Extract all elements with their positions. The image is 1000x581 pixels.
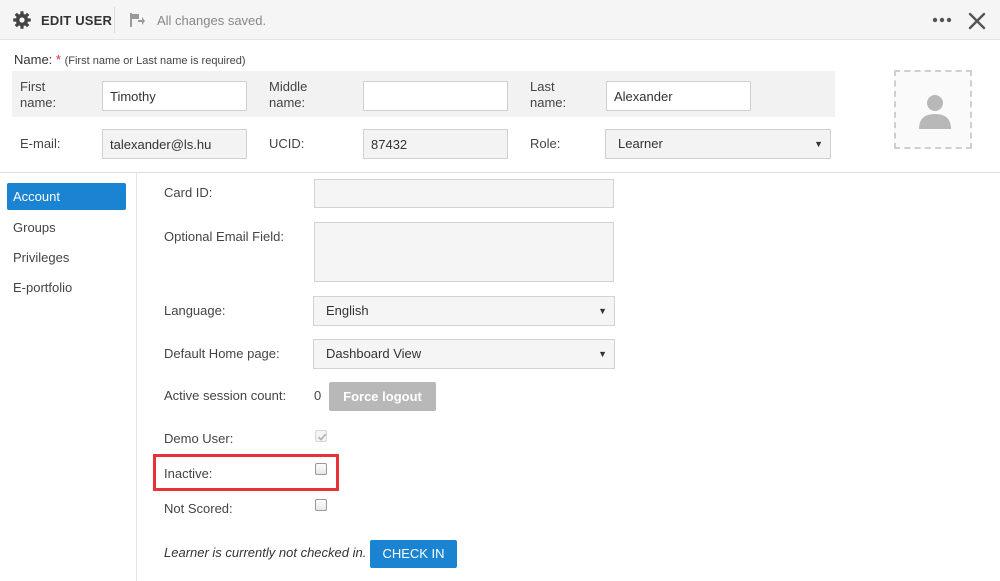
sidebar-item-label: Privileges [13,250,70,265]
sidebar-item-label: E-portfolio [13,280,73,295]
role-label: Role: [530,136,561,151]
required-mark: * [55,52,61,67]
sidebar-item-label: Groups [13,220,56,235]
save-status: All changes saved. [157,13,267,28]
name-hint: (First name or Last name is required) [64,55,246,67]
active-session-count: 0 [314,388,322,403]
middle-name-input[interactable] [363,81,508,111]
first-name-input[interactable] [102,81,247,111]
sidebar-item-label: Account [13,189,60,204]
sidebar: Account Groups Privileges E-portfolio [0,173,137,581]
demo-user-checkbox[interactable] [315,430,327,442]
more-dots-icon[interactable] [931,13,953,27]
name-label: Name: [14,52,53,67]
not-scored-label: Not Scored: [164,501,233,516]
check-in-button[interactable]: CHECK IN [370,540,457,568]
home-page-label: Default Home page: [164,346,280,361]
card-id-label: Card ID: [164,185,213,200]
sidebar-item-groups[interactable]: Groups [7,214,126,241]
section-divider [0,172,1000,173]
name-section-label: Name: * (First name or Last name is requ… [14,52,246,67]
email-label: E-mail: [20,136,61,151]
ucid-label: UCID: [269,136,305,151]
avatar-placeholder[interactable] [894,70,972,149]
dropdown-arrow-icon: ▼ [598,306,607,316]
check-icon [317,433,327,441]
gear-icon[interactable] [12,10,32,30]
language-select[interactable]: English ▼ [313,296,615,326]
language-value: English [326,303,369,318]
sidebar-item-account[interactable]: Account [7,183,126,210]
checkin-status-text: Learner is currently not checked in. [164,545,367,560]
first-name-label: First name: [20,79,57,110]
home-page-value: Dashboard View [326,346,422,361]
language-label: Language: [164,303,226,318]
ucid-input[interactable] [363,129,508,159]
user-silhouette-icon [919,95,951,129]
email-input[interactable] [102,129,247,159]
not-scored-checkbox[interactable] [315,499,327,511]
dialog-title: EDIT USER [41,13,113,28]
card-id-input[interactable] [314,179,614,208]
role-select[interactable]: Learner ▼ [605,129,831,159]
optional-email-textarea[interactable] [314,222,614,282]
dropdown-arrow-icon: ▼ [598,349,607,359]
dialog-header: EDIT USER All changes saved. [0,0,1000,40]
demo-user-label: Demo User: [164,431,234,446]
last-name-label: Last name: [530,79,567,110]
inactive-label: Inactive: [164,466,213,481]
dropdown-arrow-icon: ▼ [814,139,823,149]
optional-email-label: Optional Email Field: [164,229,284,244]
home-page-select[interactable]: Dashboard View ▼ [313,339,615,369]
last-name-input[interactable] [606,81,751,111]
role-value: Learner [618,136,663,151]
force-logout-button[interactable]: Force logout [329,382,436,411]
close-icon[interactable] [967,11,987,31]
inactive-checkbox[interactable] [315,463,327,475]
sidebar-item-eportfolio[interactable]: E-portfolio [7,274,126,301]
active-session-label: Active session count: [164,388,287,403]
sidebar-item-privileges[interactable]: Privileges [7,244,126,271]
save-flag-icon [128,11,146,29]
middle-name-label: Middle name: [269,79,308,110]
header-divider [114,7,115,33]
